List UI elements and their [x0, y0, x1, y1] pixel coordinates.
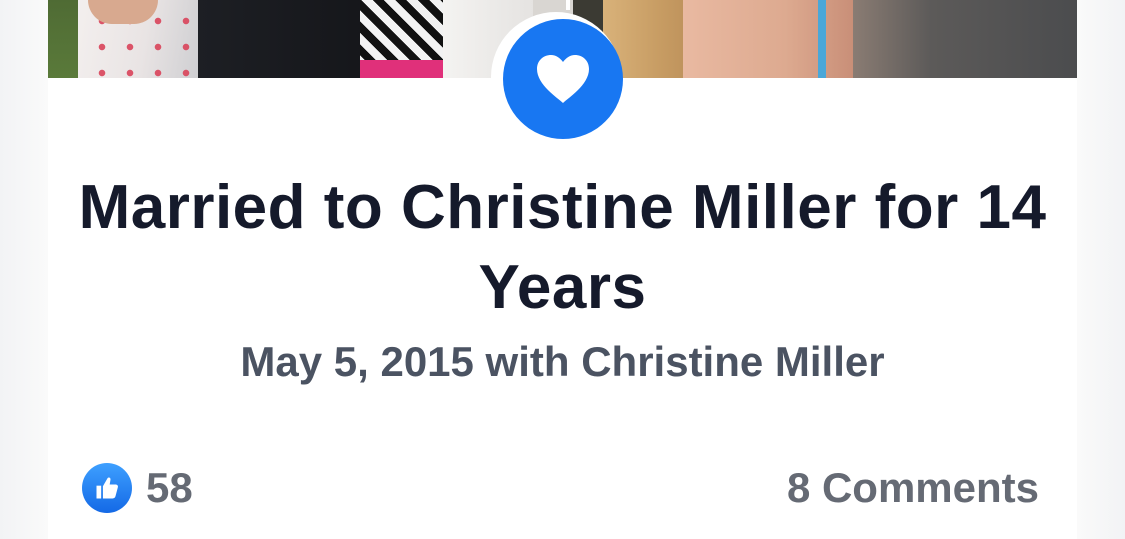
event-subtitle[interactable]: May 5, 2015 with Christine Miller: [48, 336, 1077, 388]
cover-divider: [566, 0, 570, 10]
comments-link[interactable]: 8 Comments: [787, 460, 1039, 516]
like-count: 58: [146, 464, 193, 511]
page: Married to Christine Miller for 14 Years…: [0, 0, 1125, 539]
reaction-bar: 58 8 Comments: [48, 460, 1077, 516]
life-event-card[interactable]: Married to Christine Miller for 14 Years…: [48, 0, 1077, 539]
event-title: Married to Christine Miller for 14 Years: [78, 173, 1047, 322]
heart-icon: [537, 55, 589, 103]
life-event-badge: [503, 19, 623, 139]
thumbs-up-icon: [82, 463, 132, 513]
like-summary[interactable]: 58: [82, 460, 193, 516]
